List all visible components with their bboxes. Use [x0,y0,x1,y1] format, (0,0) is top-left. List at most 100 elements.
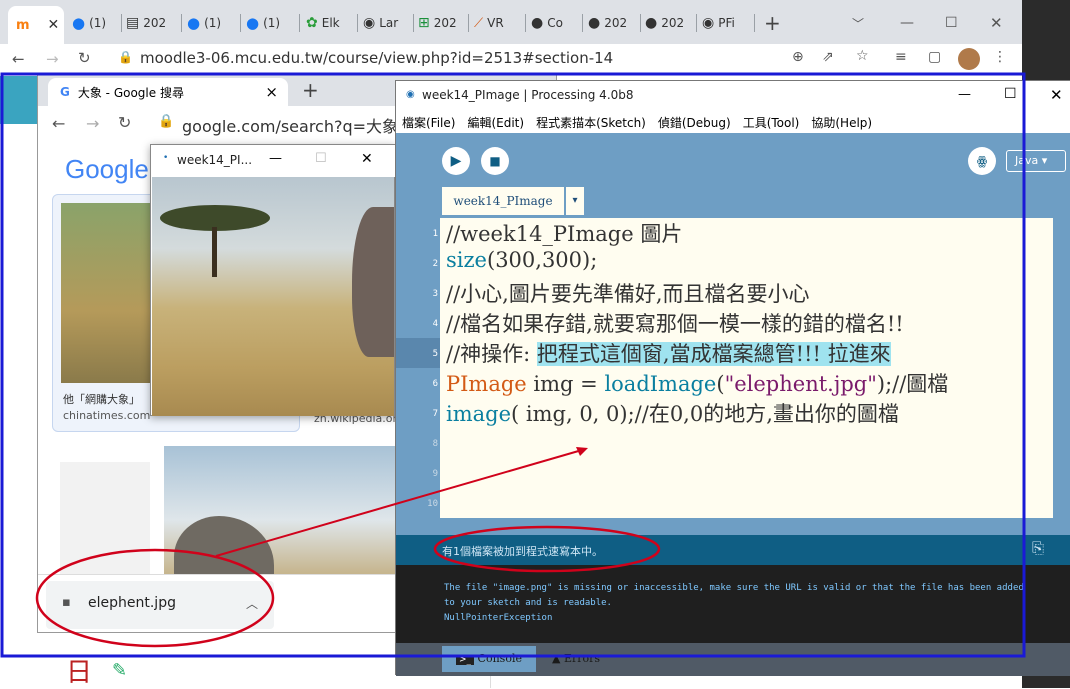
globe-icon: ◉ [363,15,376,31]
editor-bottom-strip [396,518,1070,535]
maximize-icon[interactable]: ☐ [945,8,958,38]
processing-icon: • [163,153,169,163]
tab-label: Co [547,16,563,30]
new-tab-button[interactable]: + [302,78,319,102]
pencil-icon[interactable]: ✎ [112,660,127,681]
kebab-menu-icon[interactable]: ⋮ [993,49,1007,65]
tab-item[interactable]: ● (1) [246,8,294,38]
tab-item[interactable]: ● 202 [645,8,693,38]
leaf-icon: ✿ [306,15,318,31]
moodle-icon: m [16,17,30,33]
tab-item[interactable]: ⟋ VR [474,8,522,38]
editor-scrollbar[interactable] [1053,218,1070,518]
processing-menubar: 檔案(File) 編輯(Edit) 程式素描本(Sketch) 偵錯(Debug… [396,111,1070,133]
mode-selector[interactable]: Java ▾ [1006,150,1066,172]
tab-google-search[interactable]: G 大象 - Google 搜尋 × [48,78,288,106]
minimize-icon[interactable]: — [958,87,971,102]
type-keyword: PImage [446,372,527,396]
menu-tool[interactable]: 工具(Tool) [743,114,800,131]
line-number: 4 [432,319,438,329]
reload-icon[interactable]: ↻ [78,49,91,67]
sidepanel-icon[interactable]: ▢ [928,49,941,65]
errors-tab[interactable]: ▲ Errors [552,646,632,672]
download-item[interactable]: ▪ elephent.jpg ︿ [46,581,274,629]
back-arrow-icon[interactable]: ← [52,114,65,133]
code-text: ( img, 0, 0);//在0,0的地方,畫出你的圖檔 [511,402,899,426]
new-tab-button[interactable]: + [764,8,781,38]
run-button[interactable]: ▶ [442,147,470,175]
console-output: The file "image.png" is missing or inacc… [396,565,1070,643]
minimize-icon[interactable]: — [900,8,914,38]
stop-button[interactable]: ■ [481,147,509,175]
code-text: (300,300); [487,248,598,272]
warning-icon: ▲ [552,652,561,665]
close-icon[interactable]: ✕ [1050,86,1063,104]
comment: //神操作: [446,342,537,366]
google-logo[interactable]: Google [65,154,149,185]
tab-label: 202 [143,16,167,30]
vr-icon: ⟋ [474,15,484,31]
forward-arrow-icon[interactable]: → [86,114,99,133]
code-line: //week14_PImage 圖片 [446,218,682,248]
tab-item[interactable]: ● (1) [72,8,117,38]
processing-titlebar: ◉ week14_PImage | Processing 4.0b8 — ☐ ✕ [396,81,1070,111]
back-arrow-icon[interactable]: ← [12,50,25,68]
tab-item[interactable]: ⊞ 202 [418,8,466,38]
forward-arrow-icon[interactable]: → [46,50,59,68]
menu-help[interactable]: 協助(Help) [811,114,872,131]
tab-item[interactable]: ● Co [531,8,579,38]
console-tab[interactable]: >_ Console [442,646,536,672]
tree-trunk [212,227,217,277]
tab-label: Elk [321,16,340,30]
menu-debug[interactable]: 偵錯(Debug) [658,114,731,131]
outer-url[interactable]: moodle3-06.mcu.edu.tw/course/view.php?id… [140,49,613,67]
tab-menu-arrow[interactable]: ▾ [566,187,584,215]
lock-icon: 🔒 [118,50,133,64]
savanna-image [152,177,394,416]
debug-butterfly-icon[interactable]: ꙮ [968,147,996,175]
menu-sketch[interactable]: 程式素描本(Sketch) [536,114,646,131]
tab-item[interactable]: ✿ Elk [306,8,354,38]
tab-item[interactable]: ● (1) [187,8,235,38]
result-thumbnail[interactable] [61,203,161,383]
line-number: 6 [432,379,438,389]
menu-edit[interactable]: 編輯(Edit) [467,114,524,131]
playlist-icon[interactable]: ≡ [895,49,907,65]
close-icon[interactable]: ✕ [361,151,373,167]
tab-separator [696,14,697,32]
maximize-icon[interactable]: ☐ [1004,86,1017,102]
status-message: 有1個檔案被加到程式速寫本中。 [442,545,603,558]
document-icon: ▤ [126,15,140,31]
share-icon[interactable]: ⇗ [822,49,834,65]
outer-toolbar: ← → ↻ 🔒 moodle3-06.mcu.edu.tw/course/vie… [0,44,1070,76]
maximize-icon[interactable]: ☐ [315,151,327,166]
star-icon[interactable]: ☆ [856,48,869,64]
zoom-icon[interactable]: ⊕ [792,49,804,65]
tab-item[interactable]: ◉ Lar [363,8,411,38]
menu-file[interactable]: 檔案(File) [402,114,455,131]
chevron-up-icon[interactable]: ︿ [246,595,258,612]
code-editor[interactable]: //week14_PImage 圖片 size(300,300); //小心,圖… [440,218,1053,518]
avatar[interactable] [958,48,980,70]
minimize-icon[interactable]: — [269,151,282,166]
tab-separator [181,14,182,32]
tab-item[interactable]: ◉ PFi [702,8,750,38]
copy-icon[interactable]: ⎘ [1032,539,1044,557]
outer-tab-strip: m ✕ ● (1) ▤ 202 ● (1) ● (1) ✿ Elk ◉ Lar ⊞ 202 ⟋… [0,0,1070,44]
tab-moodle[interactable]: m ✕ [8,6,64,44]
line-number: 8 [432,439,438,449]
sketch-tab[interactable]: week14_PImage [442,187,564,215]
line-number: 3 [432,289,438,299]
close-icon[interactable]: ✕ [990,8,1003,38]
close-icon[interactable]: × [265,83,278,101]
chevron-down-icon[interactable]: ﹀ [852,8,864,38]
github-icon: ● [645,15,658,31]
tab-item[interactable]: ▤ 202 [126,8,176,38]
close-icon[interactable]: ✕ [48,17,60,33]
download-filename[interactable]: elephent.jpg [88,595,176,611]
result-caption[interactable]: 他「網購大象」 [63,391,140,407]
tab-item[interactable]: ● 202 [588,8,636,38]
reload-icon[interactable]: ↻ [118,113,131,132]
google-g-icon: G [60,85,70,99]
tab-label: (1) [204,16,222,30]
